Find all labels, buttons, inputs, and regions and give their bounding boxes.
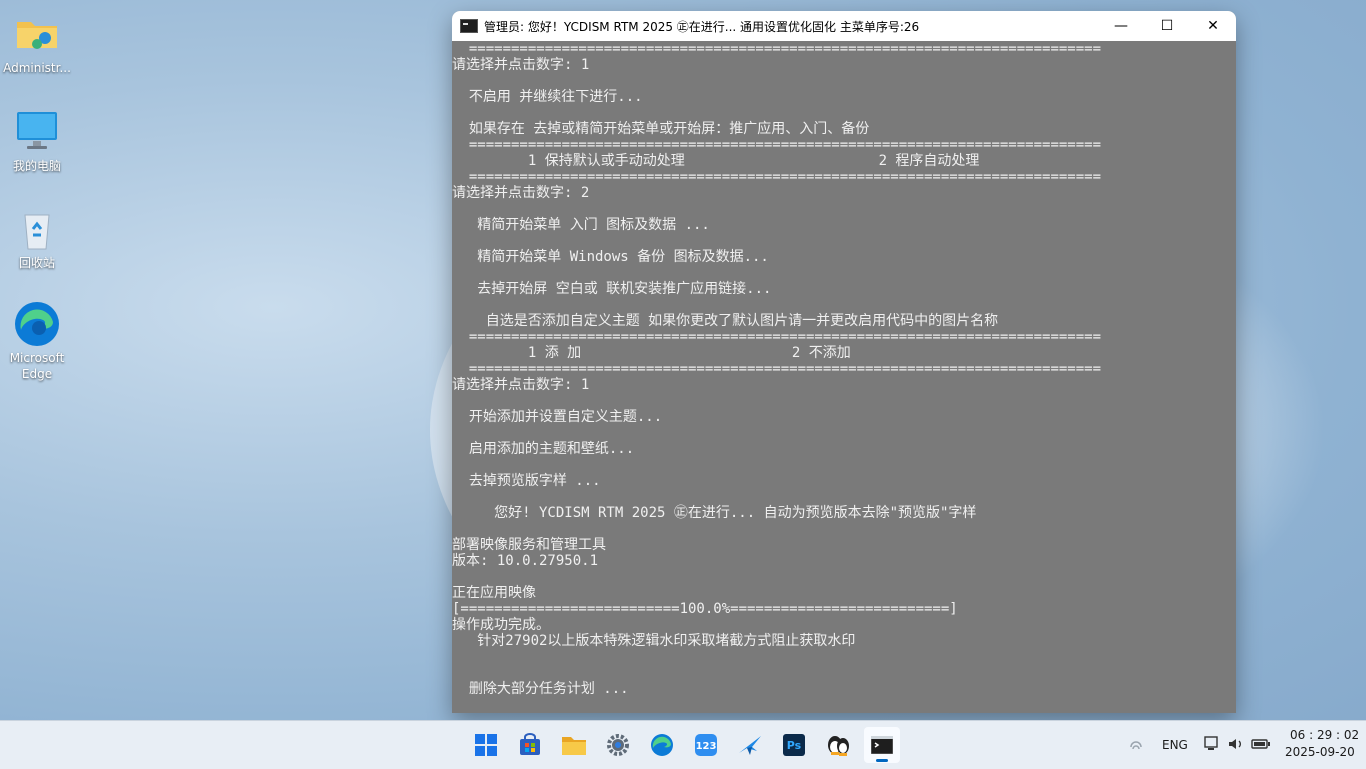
console-line: [==========================100.0%=======… [452,601,958,617]
console-line: 开始添加并设置自定义主题... [452,409,663,425]
console-line: 请选择并点击数字: 1 [452,377,590,393]
clock-time[interactable]: 06 : 29 : 02 [1290,728,1359,742]
console-line: 启用添加的主题和壁纸... [452,441,635,457]
console-line: 您好! YCDISM RTM 2025 ㊣在进行... 自动为预览版本去除"预览… [452,505,977,521]
console-line: 版本: 10.0.27950.1 [452,553,599,569]
console-line: 1 添 加 2 不添加 [452,345,851,361]
console-line: 精简开始菜单 Windows 备份 图标及数据... [452,249,769,265]
settings-gear-icon[interactable] [600,727,636,763]
windows-start-icon[interactable] [468,727,504,763]
console-line: ========================================… [452,361,1102,377]
monitor-icon [13,108,61,156]
console-line: 请选择并点击数字: 1 [452,57,590,73]
cmd-icon [460,19,478,33]
feather-app-icon[interactable] [732,727,768,763]
user-folder-icon [13,10,61,58]
console-line: ========================================… [452,169,1102,185]
photoshop-icon[interactable]: Ps [776,727,812,763]
desktop-icon-label: 我的电脑 [12,159,61,173]
terminal-icon[interactable] [864,727,900,763]
app-123-icon[interactable]: 123 [688,727,724,763]
desktop-icon-label: 回收站 [18,256,55,270]
desktop-icon-administrator[interactable]: Administr... [0,10,74,76]
console-line: 去掉预览版字样 ... [452,473,601,489]
desktop-icon-my-computer[interactable]: 我的电脑 [0,108,74,174]
battery-icon[interactable] [1251,736,1271,756]
photoshop-label: Ps [786,738,802,752]
console-line: 正在应用映像 [452,585,536,601]
network-icon[interactable] [1203,736,1221,756]
desktop-icon-edge[interactable]: Microsoft Edge [0,300,74,382]
file-explorer-icon[interactable] [556,727,592,763]
desktop-icon-label: Administr... [3,61,71,75]
console-line: ========================================… [452,41,1102,57]
console-line: 如果存在 去掉或精简开始菜单或开始屏：推广应用、入门、备份 [452,121,870,137]
network-sync-icon[interactable] [1128,737,1144,757]
store-icon[interactable] [512,727,548,763]
desktop-icon-label: Microsoft Edge [9,351,65,381]
console-line: 部署映像服务和管理工具 [452,537,606,553]
minimize-button[interactable]: — [1098,11,1144,41]
edge-icon[interactable] [644,727,680,763]
edge-icon [13,300,61,348]
window-titlebar[interactable]: 管理员: 您好！YCDISM RTM 2025 ㊣在进行... 通用设置优化固化… [452,11,1236,41]
console-line: 自选是否添加自定义主题 如果你更改了默认图片请一并更改启用代码中的图片名称 [452,313,999,329]
close-button[interactable]: ✕ [1190,11,1236,41]
console-window[interactable]: 管理员: 您好！YCDISM RTM 2025 ㊣在进行... 通用设置优化固化… [452,11,1236,713]
language-indicator[interactable]: ENG [1162,738,1188,752]
desktop-icon-recycle-bin[interactable]: 回收站 [0,205,74,271]
console-line: ========================================… [452,329,1102,345]
svg-text:123: 123 [696,741,717,752]
clock-date[interactable]: 2025-09-20 [1285,745,1355,759]
window-title: 管理员: 您好！YCDISM RTM 2025 ㊣在进行... 通用设置优化固化… [484,19,920,34]
volume-icon[interactable] [1227,736,1245,756]
taskbar: 123 Ps ENG 06 : 29: 02 2025-09-20 [0,720,1366,769]
qq-penguin-icon[interactable] [820,727,856,763]
console-line: 操作成功完成。 [452,617,550,633]
console-line: 不启用 并继续往下进行... [452,89,643,105]
console-line: 精简开始菜单 入门 图标及数据 ... [452,217,710,233]
console-output[interactable]: ========================================… [452,41,1236,697]
console-line: 请选择并点击数字: 2 [452,185,590,201]
console-line: 针对27902以上版本特殊逻辑水印采取堵截方式阻止获取水印 [452,633,856,649]
console-line: 1 保持默认或手动动处理 2 程序自动处理 [452,153,980,169]
console-line: 删除大部分任务计划 ... [452,681,629,697]
console-line: ========================================… [452,137,1102,153]
console-line: 去掉开始屏 空白或 联机安装推广应用链接... [452,281,772,297]
maximize-button[interactable]: ☐ [1144,11,1190,41]
recycle-bin-icon [13,205,61,253]
